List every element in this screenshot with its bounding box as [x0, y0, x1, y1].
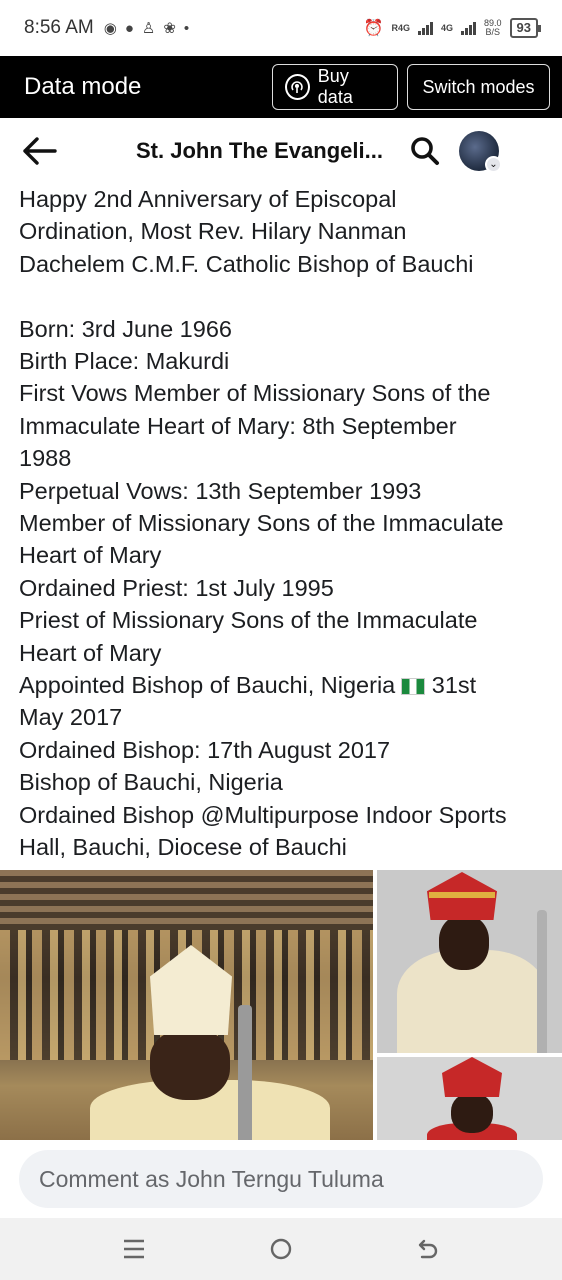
- post-line: Priest of Missionary Sons of the Immacul…: [19, 607, 478, 634]
- post-line: Ordained Priest: 1st July 1995: [19, 574, 334, 601]
- battery-icon: 93: [509, 18, 542, 38]
- post-line: Member of Missionary Sons of the Immacul…: [19, 510, 504, 537]
- back-nav-icon[interactable]: [408, 1229, 448, 1269]
- post-line: Bishop of Bauchi, Nigeria: [19, 769, 283, 796]
- post-line: Born: 3rd June 1966: [19, 315, 232, 342]
- notification-icons: ◉ ● ♙ ❀ •: [103, 19, 190, 38]
- person-icon: ♙: [141, 20, 156, 37]
- buy-data-button[interactable]: Buy data: [272, 64, 398, 110]
- stands-shape: [0, 870, 373, 930]
- status-bar: 8:56 AM ◉ ● ♙ ❀ • ⏰ R4G 4G 89.0 B/S 93: [0, 0, 562, 56]
- alarm-icon: ⏰: [363, 20, 384, 37]
- post-line: Heart of Mary: [19, 639, 162, 666]
- post-text: Happy 2nd Anniversary of Episcopal Ordin…: [19, 183, 549, 864]
- home-circle-icon[interactable]: [261, 1229, 301, 1269]
- crozier-shape: [238, 1005, 252, 1140]
- switch-modes-button[interactable]: Switch modes: [407, 64, 550, 110]
- bishop-portrait-photo[interactable]: [377, 870, 562, 1053]
- data-mode-bar: Data mode Buy data Switch modes: [0, 56, 562, 118]
- post-line: May 2017: [19, 704, 123, 731]
- dot-icon: •: [183, 19, 190, 37]
- post-line: Birth Place: Makurdi: [19, 348, 230, 375]
- chevron-down-icon: ⌄: [484, 156, 502, 173]
- nigeria-flag-icon: [401, 678, 426, 696]
- post-line: Heart of Mary: [19, 542, 162, 569]
- speed-unit: B/S: [485, 27, 501, 37]
- post-line: Ordination, Most Rev. Hilary Nanman: [19, 218, 407, 245]
- post-line: Ordained Bishop: 17th August 2017: [19, 736, 391, 763]
- broadcast-icon: [285, 74, 310, 100]
- crozier-shape: [537, 910, 547, 1053]
- status-right: ⏰ R4G 4G 89.0 B/S 93: [363, 18, 542, 38]
- post-line: Hall, Bauchi, Diocese of Bauchi: [19, 834, 347, 861]
- appointed-date: 31st: [425, 672, 477, 699]
- post-line: First Vows Member of Missionary Sons of …: [19, 380, 491, 407]
- profile-avatar[interactable]: ⌄: [458, 131, 502, 173]
- post-line-appointed: Appointed Bishop of Bauchi, Nigeria 31st: [19, 669, 549, 701]
- bishop-ordination-photo[interactable]: [0, 870, 373, 1140]
- face-shape: [451, 1093, 493, 1133]
- post-line: Immaculate Heart of Mary: 8th September: [19, 412, 457, 439]
- appointed-text: Appointed Bishop of Bauchi, Nigeria: [19, 672, 396, 699]
- post-photos: [0, 870, 562, 1140]
- signal-2-icon: [461, 21, 476, 35]
- page-title: St. John The Evangeli...: [136, 138, 383, 163]
- comment-bar: Comment as John Terngu Tuluma: [0, 1140, 562, 1218]
- mitre-band-shape: [429, 892, 495, 898]
- network-1-label: R4G: [391, 22, 410, 33]
- back-arrow-icon[interactable]: [20, 131, 60, 171]
- mitre-shape: [442, 1057, 502, 1097]
- face-shape: [439, 915, 489, 970]
- status-time: 8:56 AM: [24, 17, 94, 38]
- network-2-label: 4G: [440, 22, 453, 33]
- post-line: Dachelem C.M.F. Catholic Bishop of Bauch…: [19, 250, 474, 277]
- comment-input[interactable]: Comment as John Terngu Tuluma: [19, 1150, 543, 1208]
- signal-1-icon: [417, 21, 433, 35]
- bishop-portrait-photo-2[interactable]: [377, 1057, 562, 1140]
- post-line: Ordained Bishop @Multipurpose Indoor Spo…: [19, 801, 507, 828]
- search-icon[interactable]: [407, 133, 443, 169]
- post-line: 1988: [19, 445, 72, 472]
- switch-modes-label: Switch modes: [422, 76, 535, 97]
- battery-level: 93: [516, 20, 531, 35]
- network-speed: 89.0 B/S: [484, 19, 502, 37]
- post-line: Happy 2nd Anniversary of Episcopal: [19, 186, 397, 212]
- face-shape: [150, 1030, 230, 1100]
- system-nav-bar: [0, 1218, 562, 1280]
- post-line: Perpetual Vows: 13th September 1993: [19, 477, 422, 504]
- chat-icon: ●: [124, 19, 134, 37]
- messenger-icon: ◉: [103, 20, 117, 37]
- data-mode-title: Data mode: [24, 73, 142, 100]
- bug-icon: ❀: [163, 20, 176, 37]
- page-header: St. John The Evangeli... ⌄: [0, 118, 562, 184]
- comment-placeholder: Comment as John Terngu Tuluma: [39, 1165, 384, 1192]
- buy-data-label: Buy data: [317, 66, 353, 107]
- recents-menu-icon[interactable]: [114, 1229, 154, 1269]
